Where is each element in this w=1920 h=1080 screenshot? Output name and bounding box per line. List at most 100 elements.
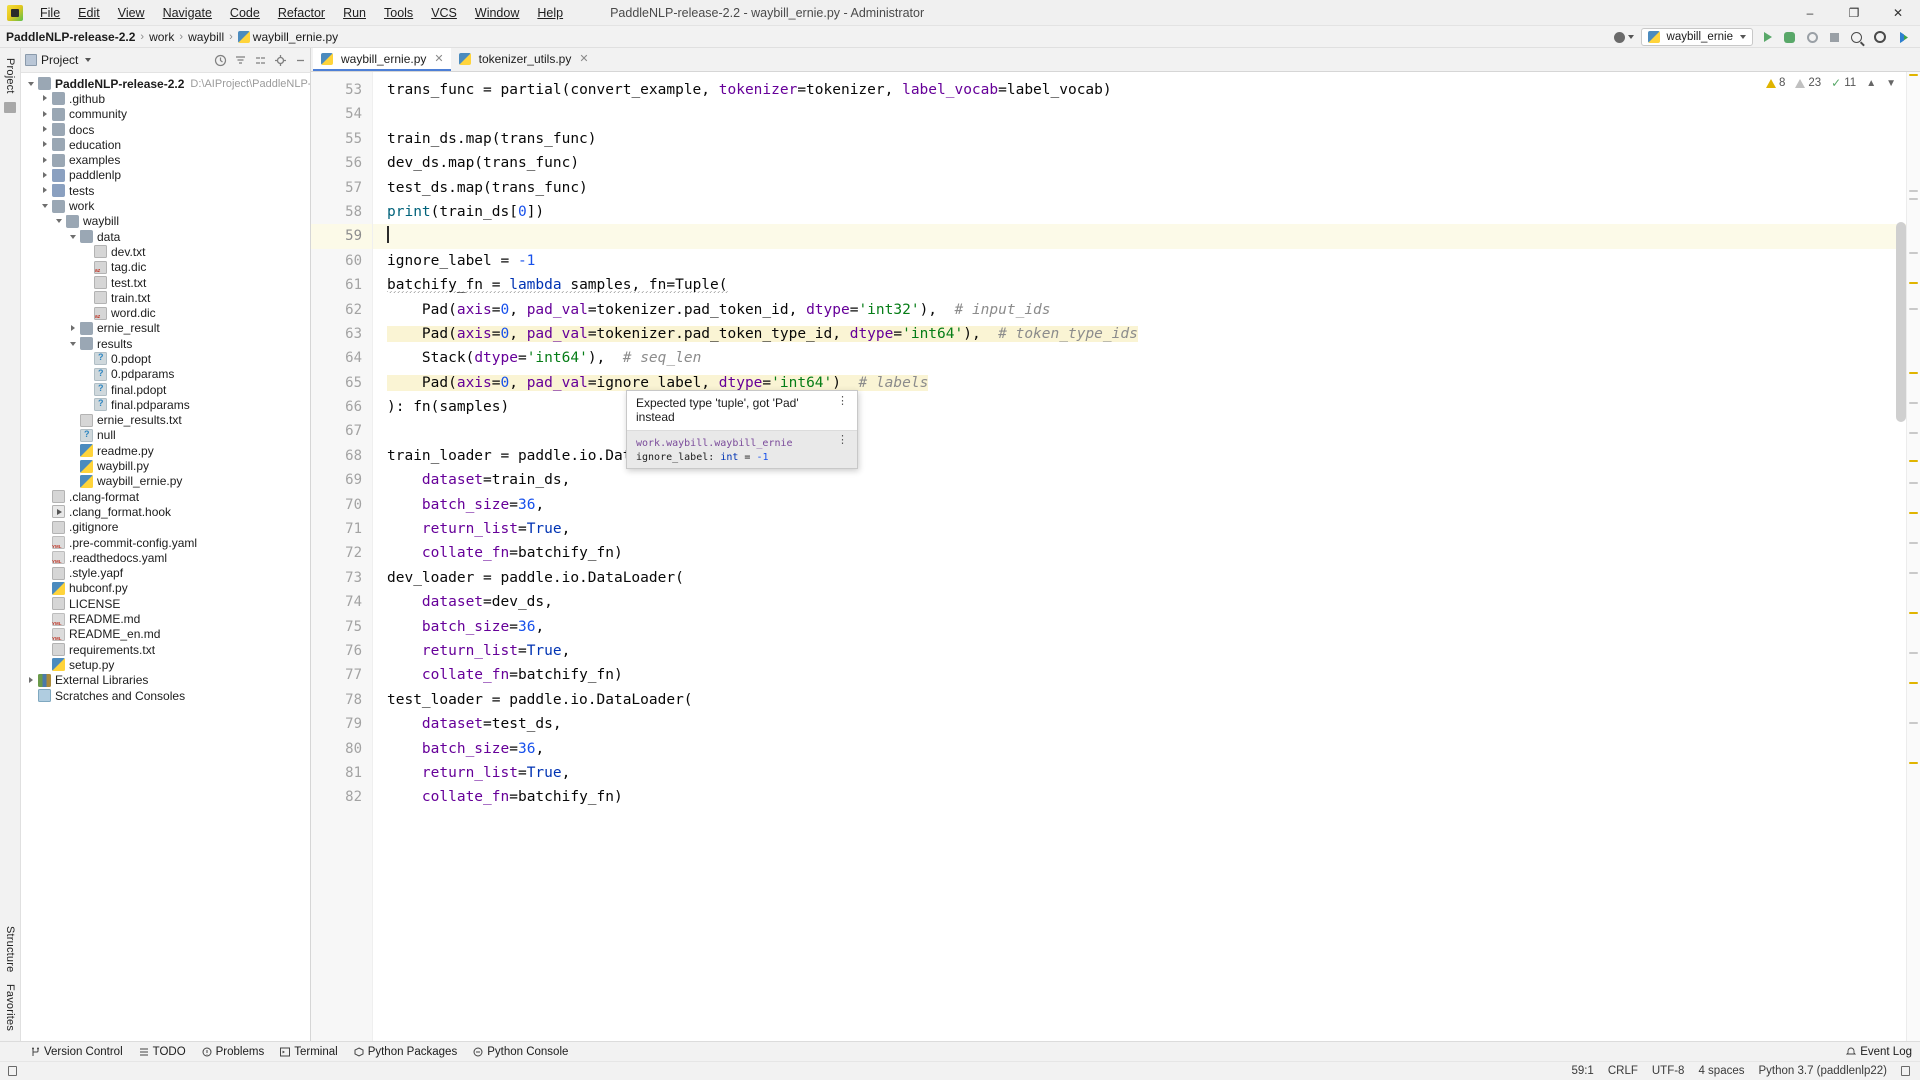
inspection-mark[interactable] [1909, 512, 1918, 514]
code-line-content[interactable]: collate_fn=batchify_fn) [373, 663, 1906, 687]
code-content[interactable]: trans_func = partial(convert_example, to… [373, 72, 1906, 1041]
code-line[interactable]: Stack(dtype='int64'), # seq_len [373, 346, 1906, 370]
menu-help[interactable]: Help [528, 2, 572, 24]
hide-panel-icon[interactable] [294, 54, 307, 67]
code-line-content[interactable]: Pad(axis=0, pad_val=tokenizer.pad_token_… [373, 298, 1906, 322]
code-line[interactable]: return_list=True, [373, 517, 1906, 541]
tree-item-readme-py[interactable]: readme.py [21, 443, 310, 458]
tree-item-data[interactable]: data [21, 229, 310, 244]
code-line-content[interactable]: return_list=True, [373, 517, 1906, 541]
line-number[interactable]: 82 [311, 785, 372, 809]
locate-file-icon[interactable] [214, 54, 227, 67]
run-button[interactable] [1759, 27, 1777, 47]
line-number[interactable]: 59 [311, 224, 372, 249]
tree-toggle-right-icon[interactable] [41, 186, 51, 196]
tree-toggle-right-icon[interactable] [41, 170, 51, 180]
tree-item-tests[interactable]: tests [21, 183, 310, 198]
code-line-content[interactable] [373, 102, 1906, 126]
tree-item-dev-txt[interactable]: dev.txt [21, 244, 310, 259]
editor-scrollbar-thumb[interactable] [1896, 222, 1906, 422]
breadcrumb-file[interactable]: waybill_ernie.py [237, 30, 338, 44]
menu-navigate[interactable]: Navigate [154, 2, 221, 24]
inspection-mark[interactable] [1909, 652, 1918, 654]
tree-item--clang-format[interactable]: .clang-format [21, 489, 310, 504]
code-line[interactable]: collate_fn=batchify_fn) [373, 785, 1906, 809]
line-number[interactable]: 54 [311, 102, 372, 126]
code-line-content[interactable] [373, 224, 1906, 249]
bottom-item-problems[interactable]: Problems [194, 1042, 273, 1061]
chevron-down-icon[interactable] [85, 58, 92, 62]
tree-toggle-right-icon[interactable] [41, 140, 51, 150]
code-editor[interactable]: 53 54 55 56 57 58 59 60 61 62 63 64 65 66 67 68 69 70 71 72… [311, 72, 1920, 1041]
code-line[interactable] [373, 419, 1906, 443]
tree-item-readme-en-md[interactable]: README_en.md [21, 627, 310, 642]
collapse-all-icon[interactable] [254, 54, 267, 67]
inspection-mark[interactable] [1909, 190, 1918, 192]
tree-item-test-txt[interactable]: test.txt [21, 275, 310, 290]
inspection-mark[interactable] [1909, 252, 1918, 254]
tree-item--pre-commit-config-yaml[interactable]: .pre-commit-config.yaml [21, 535, 310, 550]
code-line[interactable]: dev_ds.map(trans_func) [373, 151, 1906, 175]
status-lock-icon[interactable] [1901, 1066, 1910, 1076]
code-line-content[interactable]: collate_fn=batchify_fn) [373, 785, 1906, 809]
tree-toggle-right-icon[interactable] [41, 94, 51, 104]
code-line[interactable] [373, 224, 1906, 249]
code-line[interactable]: print(train_ds[0]) [373, 200, 1906, 224]
tree-toggle-right-icon[interactable] [27, 675, 37, 685]
tree-item-train-txt[interactable]: train.txt [21, 290, 310, 305]
bottom-item-python-packages[interactable]: Python Packages [346, 1042, 466, 1061]
status-interpreter[interactable]: Python 3.7 (paddlenlp22) [1758, 1065, 1887, 1077]
menu-bar[interactable]: File Edit View Navigate Code Refactor Ru… [31, 2, 572, 24]
tree-item-external-libraries[interactable]: External Libraries [21, 673, 310, 688]
tree-toggle-right-icon[interactable] [41, 109, 51, 119]
coverage-button[interactable] [1802, 27, 1823, 47]
tree-item--readthedocs-yaml[interactable]: .readthedocs.yaml [21, 550, 310, 565]
line-number[interactable]: 76 [311, 639, 372, 663]
menu-vcs[interactable]: VCS [422, 2, 466, 24]
code-line[interactable]: batchify_fn = lambda samples, fn=Tuple( [373, 273, 1906, 297]
tree-item-null[interactable]: null [21, 428, 310, 443]
minimize-button[interactable]: – [1788, 0, 1832, 26]
tab-waybill-ernie[interactable]: waybill_ernie.py ✕ [313, 48, 451, 71]
line-number[interactable]: 64 [311, 346, 372, 370]
code-line-content[interactable]: Pad(axis=0, pad_val=ignore_label, dtype=… [373, 371, 1906, 395]
tree-item-tag-dic[interactable]: tag.dic [21, 260, 310, 275]
tree-item--style-yapf[interactable]: .style.yapf [21, 566, 310, 581]
rail-structure-label[interactable]: Structure [4, 922, 16, 976]
code-line[interactable] [373, 102, 1906, 126]
code-line[interactable]: dataset=test_ds, [373, 712, 1906, 736]
rail-favorites-label[interactable]: Favorites [4, 980, 16, 1035]
code-line-content[interactable]: collate_fn=batchify_fn) [373, 541, 1906, 565]
tree-item-community[interactable]: community [21, 107, 310, 122]
breadcrumb-project[interactable]: PaddleNLP-release-2.2 [6, 30, 135, 44]
error-count-badge[interactable]: 8 [1765, 77, 1785, 89]
tree-item-ernie-results-txt[interactable]: ernie_results.txt [21, 413, 310, 428]
inspection-summary[interactable]: 8 23 ✓ 11 ▲ ▼ [1765, 72, 1906, 94]
tree-item--clang-format-hook[interactable]: .clang_format.hook [21, 504, 310, 519]
line-number[interactable]: 65 [311, 371, 372, 395]
line-number[interactable]: 72 [311, 541, 372, 565]
tree-item-waybill-py[interactable]: waybill.py [21, 458, 310, 473]
project-panel-actions[interactable] [214, 54, 307, 67]
tree-toggle-down-icon[interactable] [41, 201, 51, 211]
tree-toggle-right-icon[interactable] [41, 125, 51, 135]
status-indent[interactable]: 4 spaces [1698, 1065, 1744, 1077]
menu-window[interactable]: Window [466, 2, 528, 24]
menu-code[interactable]: Code [221, 2, 269, 24]
account-button[interactable] [1609, 27, 1639, 47]
previous-problem-icon[interactable]: ▲ [1866, 78, 1876, 89]
status-line-separator[interactable]: CRLF [1608, 1065, 1638, 1077]
code-line[interactable]: collate_fn=batchify_fn) [373, 663, 1906, 687]
editor-tabs[interactable]: waybill_ernie.py ✕ tokenizer_utils.py ✕ [311, 48, 1920, 72]
bookmarks-icon[interactable] [4, 101, 16, 113]
tree-item-0-pdparams[interactable]: 0.pdparams [21, 367, 310, 382]
tree-toggle-down-icon[interactable] [27, 79, 37, 89]
code-line[interactable]: train_loader = paddle.io.DataLoader( [373, 444, 1906, 468]
line-number[interactable]: 69 [311, 468, 372, 492]
tree-item-education[interactable]: education [21, 137, 310, 152]
code-line-content[interactable]: batchify_fn = lambda samples, fn=Tuple( [373, 273, 1906, 297]
tree-item-waybill-ernie-py[interactable]: waybill_ernie.py [21, 474, 310, 489]
settings-button[interactable] [1869, 27, 1891, 47]
tree-item-final-pdopt[interactable]: final.pdopt [21, 382, 310, 397]
inspection-mark[interactable] [1909, 572, 1918, 574]
